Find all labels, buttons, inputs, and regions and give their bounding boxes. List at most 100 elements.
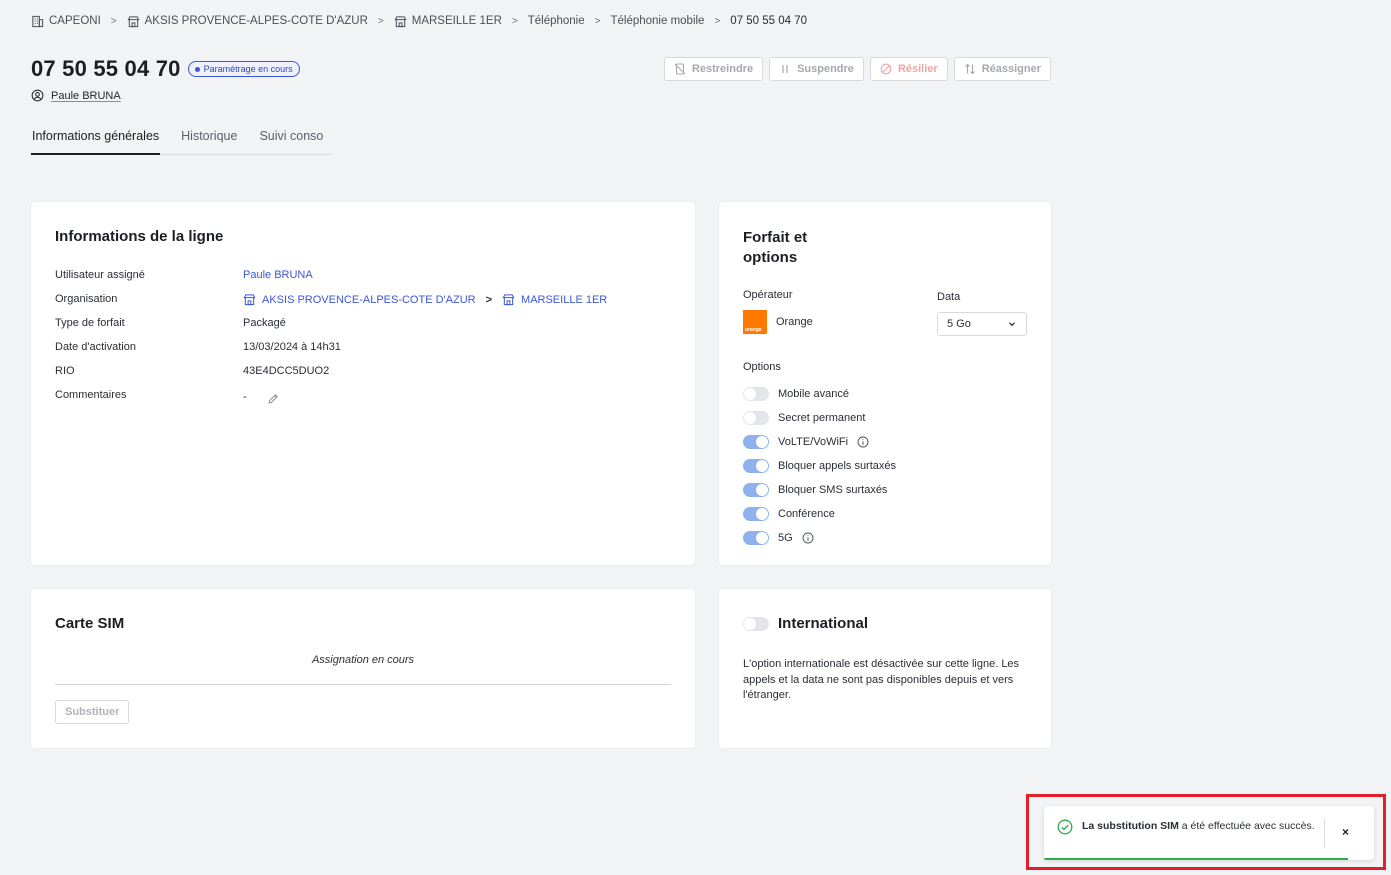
store-icon: [502, 294, 515, 306]
page-header: 07 50 55 04 70 Paramétrage en cours: [31, 56, 300, 82]
breadcrumb-label: MARSEILLE 1ER: [411, 15, 502, 27]
option-toggle[interactable]: [743, 411, 769, 425]
international-header: International: [743, 615, 868, 632]
status-dot-icon: [194, 66, 200, 72]
breadcrumb-item-marseille[interactable]: MARSEILLE 1ER: [394, 15, 502, 28]
option-bloquer-sms-surtaxes: Bloquer SMS surtaxés: [743, 478, 896, 502]
tab-suivi-conso[interactable]: Suivi conso: [258, 129, 324, 155]
option-toggle[interactable]: [743, 459, 769, 473]
swap-vertical-icon: [964, 63, 975, 75]
organisation-link-marseille[interactable]: MARSEILLE 1ER: [502, 293, 607, 306]
option-secret-permanent: Secret permanent: [743, 406, 896, 430]
option-5g: 5G: [743, 526, 896, 550]
option-toggle[interactable]: [743, 531, 769, 545]
breadcrumb-item-current: 07 50 55 04 70: [730, 15, 807, 27]
user-circle-icon: [31, 89, 44, 102]
toast-progress-bar: [1044, 858, 1348, 860]
international-description: L'option internationale est désactivée s…: [743, 658, 1020, 701]
card-title-line-1: Forfait et: [743, 229, 808, 246]
breadcrumb-item-capeoni[interactable]: CAPEONI: [31, 15, 101, 28]
chevron-right-icon: >: [714, 15, 721, 27]
info-label: Commentaires: [55, 389, 127, 401]
suspend-button[interactable]: Suspendre: [769, 57, 864, 81]
substitute-button[interactable]: Substituer: [55, 700, 130, 724]
organisation-link-aksis[interactable]: AKSIS PROVENCE-ALPES-COTE D'AZUR: [243, 293, 476, 306]
store-icon: [243, 294, 256, 306]
info-row-plan-type: Type de forfait Packagé: [55, 317, 607, 341]
option-label: Secret permanent: [778, 412, 866, 424]
sim-status: Assignation en cours: [311, 654, 415, 666]
sim-card: Carte SIM Assignation en cours Substitue…: [31, 589, 695, 748]
plan-options-card: Forfait et options Opérateur orange Oran…: [719, 202, 1051, 565]
rio-value: 43E4DCC5DUO2: [243, 365, 330, 377]
info-row-activation: Date d'activation 13/03/2024 à 14h31: [55, 341, 607, 365]
breadcrumb-item-aksis[interactable]: AKSIS PROVENCE-ALPES-COTE D'AZUR: [127, 15, 368, 28]
operator-name: Orange: [776, 316, 813, 328]
option-label: Conférence: [778, 508, 835, 520]
divider: [1324, 819, 1325, 847]
option-label: Bloquer SMS surtaxés: [778, 484, 888, 496]
option-toggle[interactable]: [743, 507, 769, 521]
toast-message-rest: a été effectuée avec succès.: [1178, 820, 1315, 832]
card-title: Informations de la ligne: [55, 228, 224, 245]
option-toggle[interactable]: [743, 483, 769, 497]
organisation-label: AKSIS PROVENCE-ALPES-COTE D'AZUR: [262, 293, 476, 306]
orange-logo: orange: [743, 310, 767, 334]
divider: [55, 684, 671, 685]
option-toggle[interactable]: [743, 387, 769, 401]
option-label: VoLTE/VoWiFi: [778, 436, 849, 448]
tab-informations-generales[interactable]: Informations générales: [31, 129, 161, 155]
data-select-value: 5 Go: [947, 318, 971, 330]
breadcrumb: CAPEONI > AKSIS PROVENCE-ALPES-COTE D'AZ…: [31, 14, 807, 28]
owner-link[interactable]: Paule BRUNA: [51, 90, 121, 102]
option-volte-vowifi: VoLTE/VoWiFi: [743, 430, 896, 454]
breadcrumb-label: Téléphonie: [527, 15, 585, 27]
close-icon[interactable]: ×: [1342, 825, 1349, 839]
toast-message: La substitution SIM a été effectuée avec…: [1082, 819, 1322, 834]
plan-type-value: Packagé: [243, 317, 286, 329]
card-title: Forfait et options: [743, 228, 833, 268]
building-icon: [32, 15, 44, 27]
breadcrumb-item-telephonie-mobile[interactable]: Téléphonie mobile: [610, 15, 704, 27]
info-icon[interactable]: [857, 436, 869, 448]
orange-logo-text: orange: [745, 327, 762, 333]
restrict-button[interactable]: Restreindre: [663, 57, 764, 81]
comments-text: -: [243, 391, 247, 403]
pencil-icon[interactable]: [267, 393, 279, 405]
info-icon[interactable]: [802, 532, 814, 544]
option-label: Bloquer appels surtaxés: [778, 460, 897, 472]
operator-value: orange Orange: [743, 310, 813, 334]
info-row-organisation: Organisation AKSIS PROVENCE-ALPES-COTE D…: [55, 293, 607, 317]
reassign-label: Réassigner: [981, 63, 1041, 75]
tab-historique[interactable]: Historique: [180, 129, 238, 155]
info-row-comments: Commentaires -: [55, 389, 607, 413]
restrict-label: Restreindre: [691, 63, 754, 75]
data-select[interactable]: 5 Go: [937, 312, 1027, 336]
international-toggle[interactable]: [743, 616, 769, 631]
data-label: Data: [937, 291, 961, 303]
toast-message-bold: La substitution SIM: [1082, 820, 1179, 832]
chevron-right-icon: >: [594, 15, 601, 27]
option-mobile-avance: Mobile avancé: [743, 382, 896, 406]
breadcrumb-item-telephonie[interactable]: Téléphonie: [528, 15, 585, 27]
info-label: RIO: [55, 365, 75, 377]
status-label: Paramétrage en cours: [203, 64, 293, 74]
breadcrumb-label: AKSIS PROVENCE-ALPES-COTE D'AZUR: [144, 15, 368, 27]
info-label: Utilisateur assigné: [55, 269, 145, 281]
info-label: Type de forfait: [55, 317, 125, 329]
store-icon: [127, 15, 140, 27]
reassign-button[interactable]: Réassigner: [953, 57, 1051, 81]
breadcrumb-label: Téléphonie mobile: [610, 15, 705, 27]
option-label: Mobile avancé: [778, 388, 849, 400]
check-circle-icon: [1057, 819, 1073, 835]
action-toolbar: Restreindre Suspendre Résilier Réassigne…: [663, 57, 1051, 81]
option-toggle[interactable]: [743, 435, 769, 449]
success-toast: La substitution SIM a été effectuée avec…: [1044, 806, 1374, 860]
card-title-line-2: options: [743, 249, 798, 266]
assigned-user-link[interactable]: Paule BRUNA: [243, 269, 313, 281]
chevron-right-icon: >: [377, 15, 384, 27]
terminate-button[interactable]: Résilier: [869, 57, 948, 81]
status-badge: Paramétrage en cours: [187, 61, 300, 77]
breadcrumb-label: 07 50 55 04 70: [730, 15, 808, 27]
chevron-down-icon: [1009, 322, 1015, 327]
